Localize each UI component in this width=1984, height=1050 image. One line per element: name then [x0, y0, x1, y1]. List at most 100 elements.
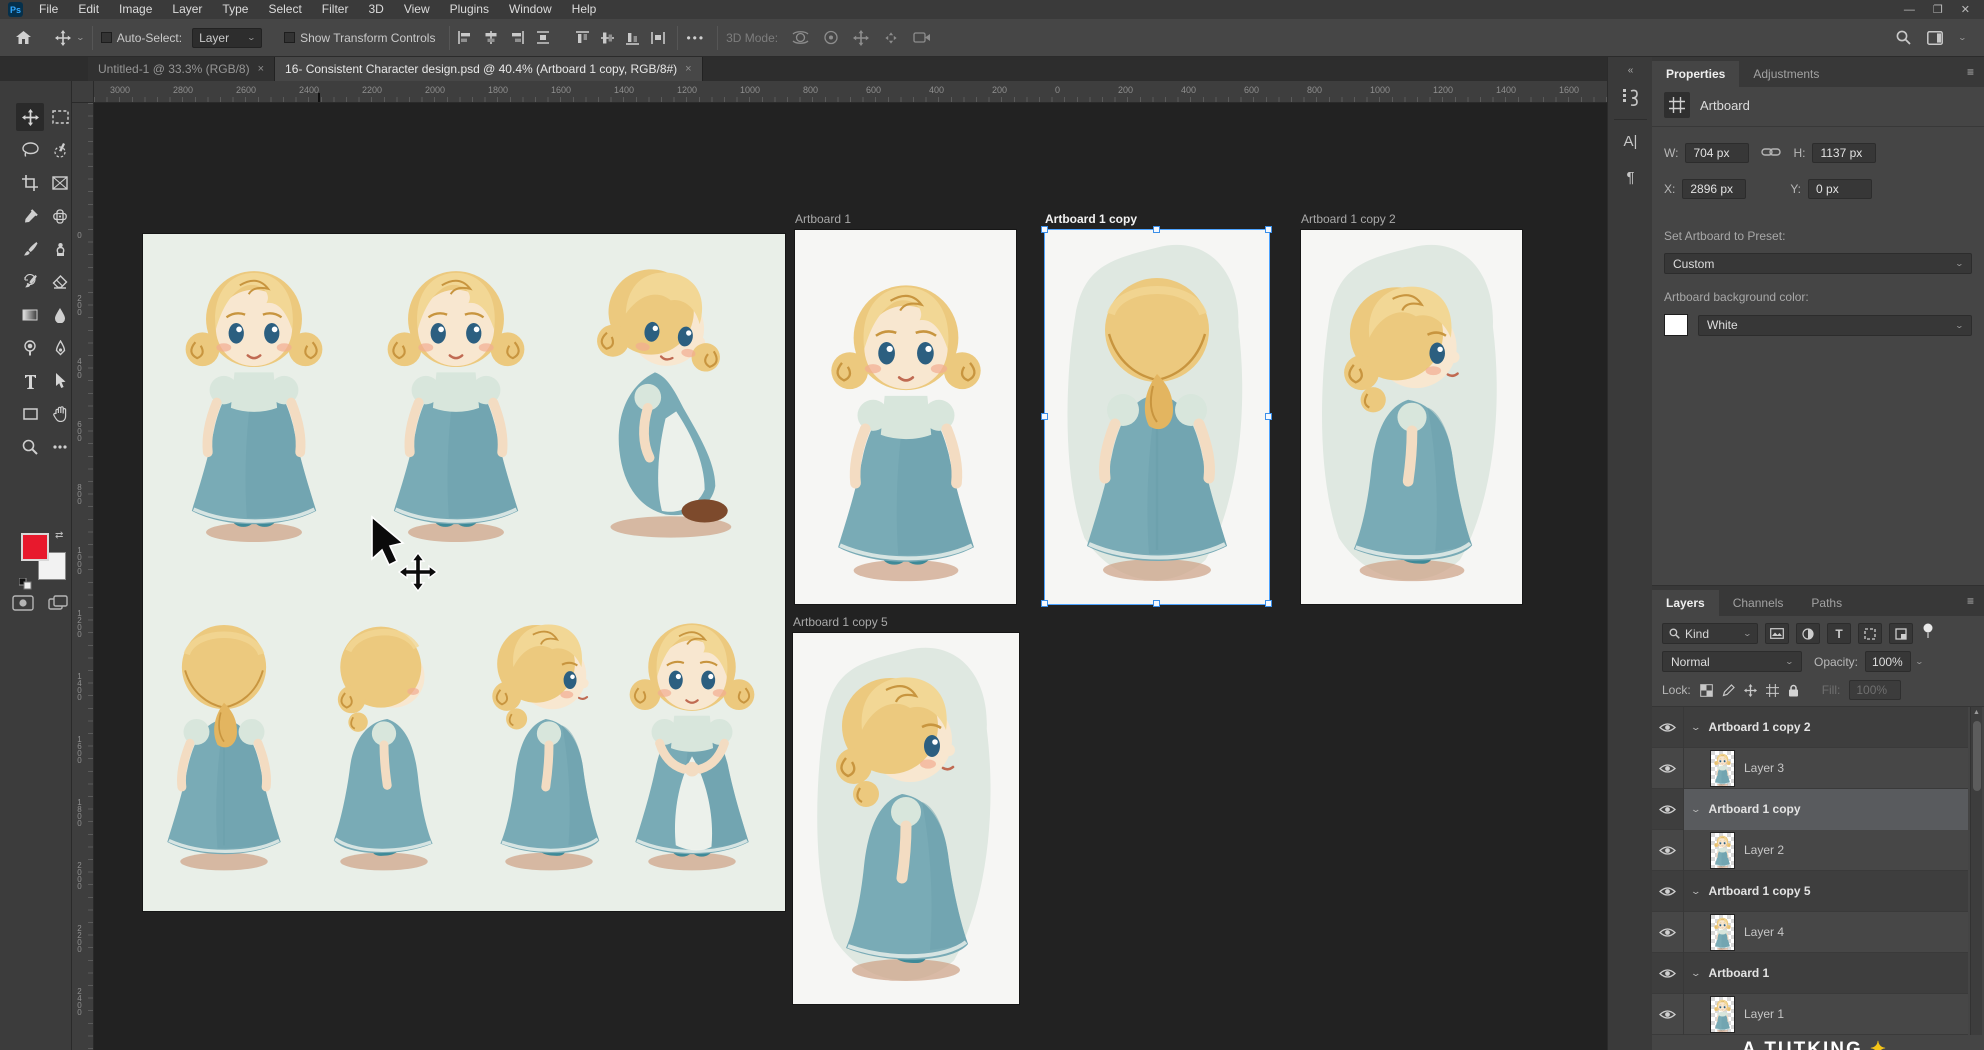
y-field[interactable]: 0 px: [1808, 179, 1872, 199]
blur-tool[interactable]: [46, 301, 74, 329]
more-tools-tool[interactable]: [46, 433, 74, 461]
group-expand-chevron-icon[interactable]: ⌄: [1690, 722, 1701, 733]
align-vertical-centers-icon[interactable]: [601, 31, 614, 45]
menu-type[interactable]: Type: [212, 0, 258, 19]
artboard-name-label[interactable]: Artboard 1 copy 5: [793, 615, 888, 629]
crop-tool[interactable]: [16, 169, 44, 197]
character-panel-icon[interactable]: A|: [1608, 133, 1653, 150]
layer-name[interactable]: Layer 3: [1744, 761, 1784, 775]
tab-close-icon[interactable]: ×: [258, 63, 264, 75]
home-icon[interactable]: [16, 31, 31, 45]
3d-roll-icon[interactable]: [823, 30, 839, 45]
eye-icon[interactable]: [1659, 886, 1676, 897]
lasso-tool[interactable]: [16, 136, 44, 164]
quick-mask-button[interactable]: [12, 595, 34, 616]
filter-smart-objects-icon[interactable]: [1889, 623, 1913, 644]
scroll-thumb[interactable]: [1973, 721, 1981, 791]
visibility-toggle[interactable]: [1652, 789, 1684, 830]
layer-row-layer-4[interactable]: Layer 4: [1652, 912, 1968, 953]
layer-group-row-artboard-1-copy-5[interactable]: ⌄ Artboard 1 copy 5: [1652, 871, 1968, 912]
artboard-artboard-1-copy-5[interactable]: [793, 633, 1019, 1004]
artboard-name-label[interactable]: Artboard 1 copy 2: [1301, 212, 1396, 226]
layer-name[interactable]: Layer 1: [1744, 1007, 1784, 1021]
pen-tool[interactable]: [46, 334, 74, 362]
tab-close-icon[interactable]: ×: [685, 63, 691, 75]
scroll-up-icon[interactable]: ▲: [1973, 709, 1980, 716]
layer-row-layer-1[interactable]: Layer 1: [1652, 994, 1968, 1035]
auto-select-checkbox[interactable]: [101, 32, 112, 43]
layer-row-layer-2[interactable]: Layer 2: [1652, 830, 1968, 871]
tab-paths[interactable]: Paths: [1797, 590, 1856, 616]
layer-group-row-artboard-1-copy-2[interactable]: ⌄Artboard 1 copy 2: [1652, 707, 1968, 748]
canvas[interactable]: Artboard 1Artboard 1 copyArtboard 1 copy…: [94, 103, 1607, 1050]
layer-thumbnail[interactable]: [1710, 914, 1735, 951]
filter-type-layers-icon[interactable]: T: [1827, 623, 1851, 644]
menu-window[interactable]: Window: [499, 0, 562, 19]
distribute-vertical-icon[interactable]: [651, 31, 665, 44]
hand-tool[interactable]: [46, 400, 74, 428]
eye-icon[interactable]: [1659, 845, 1676, 856]
lock-artboard-icon[interactable]: [1766, 684, 1779, 697]
swap-colors-icon[interactable]: ⇄: [55, 530, 63, 541]
workspace-switcher-icon[interactable]: [1927, 31, 1943, 45]
screen-mode-button[interactable]: [48, 595, 68, 616]
eye-icon[interactable]: [1659, 1009, 1676, 1020]
restore-button[interactable]: ❐: [1933, 3, 1943, 16]
visibility-toggle[interactable]: [1652, 912, 1684, 953]
align-top-edges-icon[interactable]: [576, 31, 589, 45]
menu-filter[interactable]: Filter: [312, 0, 359, 19]
layer-group-row-artboard-1-copy[interactable]: ⌄ Artboard 1 copy: [1652, 789, 1968, 830]
filter-pixel-layers-icon[interactable]: [1765, 623, 1789, 644]
eye-icon[interactable]: [1659, 968, 1676, 979]
lock-all-icon[interactable]: [1788, 684, 1799, 697]
type-tool[interactable]: [16, 367, 44, 395]
artboard-name-label[interactable]: Artboard 1: [795, 212, 851, 226]
layer-group-row-artboard-1[interactable]: ⌄Artboard 1: [1652, 953, 1968, 994]
tab-layers[interactable]: Layers: [1652, 590, 1719, 616]
menu-image[interactable]: Image: [109, 0, 162, 19]
move-tool[interactable]: [16, 103, 44, 131]
character-sheet-artboard[interactable]: [143, 234, 785, 911]
eye-icon[interactable]: [1659, 804, 1676, 815]
menu-3d[interactable]: 3D: [358, 0, 393, 19]
layer-name[interactable]: Layer 4: [1744, 925, 1784, 939]
layer-group-name[interactable]: Artboard 1 copy 5: [1709, 884, 1811, 898]
eye-icon[interactable]: [1659, 927, 1676, 938]
shape-tool[interactable]: [16, 400, 44, 428]
filter-shape-layers-icon[interactable]: [1858, 623, 1882, 644]
3d-pan-icon[interactable]: [853, 30, 869, 46]
lock-image-icon[interactable]: [1722, 684, 1735, 697]
3d-dolly-icon[interactable]: [913, 31, 931, 44]
group-expand-chevron-icon[interactable]: ⌄: [1690, 804, 1701, 815]
opacity-chevron-icon[interactable]: ⌄: [1915, 657, 1924, 666]
move-tool-icon[interactable]: [55, 30, 71, 46]
layer-name[interactable]: Layer 2: [1744, 843, 1784, 857]
group-expand-chevron-icon[interactable]: ⌄: [1690, 886, 1701, 897]
layers-scrollbar[interactable]: ▲: [1970, 707, 1982, 1035]
collapsed-panel-icon-1[interactable]: [1608, 87, 1653, 112]
show-transform-checkbox[interactable]: [284, 32, 295, 43]
healing-tool[interactable]: [46, 202, 74, 230]
align-horizontal-centers-icon[interactable]: [484, 31, 498, 44]
opacity-field[interactable]: 100%: [1865, 651, 1911, 672]
auto-select-target-dropdown[interactable]: Layer⌄: [192, 28, 262, 48]
menu-view[interactable]: View: [394, 0, 440, 19]
layer-group-name[interactable]: Artboard 1 copy: [1709, 802, 1801, 816]
minimize-button[interactable]: —: [1904, 4, 1915, 16]
visibility-toggle[interactable]: [1652, 707, 1684, 748]
3d-slide-icon[interactable]: [883, 31, 899, 45]
menu-plugins[interactable]: Plugins: [440, 0, 499, 19]
workspace-chevron-icon[interactable]: ⌄: [1958, 33, 1967, 42]
ruler-origin-corner[interactable]: [72, 81, 94, 103]
preset-dropdown[interactable]: Custom⌄: [1664, 253, 1972, 274]
close-button[interactable]: ✕: [1961, 3, 1970, 16]
document-tab-1[interactable]: Untitled-1 @ 33.3% (RGB/8)×: [88, 57, 275, 81]
x-field[interactable]: 2896 px: [1682, 179, 1746, 199]
artboard-artboard-1-copy[interactable]: [1045, 230, 1269, 604]
blend-mode-dropdown[interactable]: Normal⌄: [1662, 651, 1802, 672]
layer-group-name[interactable]: Artboard 1: [1709, 966, 1770, 980]
eyedropper-tool[interactable]: [16, 202, 44, 230]
artboard-artboard-1-copy-2[interactable]: [1301, 230, 1522, 604]
marquee-tool[interactable]: [46, 103, 74, 131]
menu-layer[interactable]: Layer: [162, 0, 212, 19]
